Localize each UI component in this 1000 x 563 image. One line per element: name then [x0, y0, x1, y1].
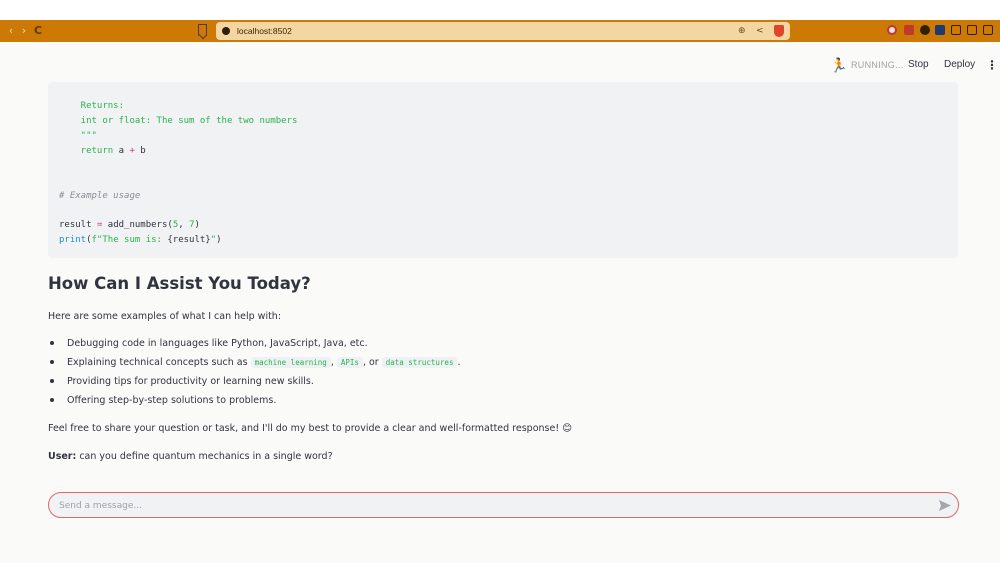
bullet-dot — [50, 360, 54, 364]
code-line-print: print(f"The sum is: {result}") — [59, 235, 222, 245]
running-status: RUNNING... — [851, 60, 904, 70]
list-item-text: Explaining technical concepts such as — [67, 357, 248, 368]
code-line: # Example usage — [59, 191, 141, 201]
share-icon[interactable]: < — [756, 24, 764, 38]
site-info-icon[interactable] — [222, 27, 230, 35]
inline-code: machine learning — [250, 357, 331, 368]
code-line-return: return a + b — [59, 146, 146, 156]
extension-icon-5[interactable] — [951, 25, 961, 35]
code-block: Returns: int or float: The sum of the tw… — [48, 82, 958, 258]
list-item: Offering step-by-step solutions to probl… — [67, 395, 277, 406]
zoom-icon[interactable]: ⊕ — [738, 24, 746, 38]
list-item-concepts: Explaining technical concepts such as ma… — [67, 356, 461, 369]
main-menu-icon[interactable]: ⋮ — [986, 58, 998, 72]
chat-input-container — [48, 492, 959, 518]
separator: , or — [362, 357, 379, 368]
reload-icon[interactable]: C — [31, 23, 45, 39]
separator: . — [457, 357, 461, 368]
code-line: Returns: — [59, 101, 125, 111]
url-text[interactable]: localhost:8502 — [237, 24, 292, 38]
brave-shield-icon[interactable] — [774, 25, 784, 37]
code-line: int or float: The sum of the two numbers — [59, 116, 298, 126]
window-top-strip — [0, 0, 1000, 20]
extension-icon-1[interactable] — [887, 25, 897, 35]
bullet-dot — [50, 398, 54, 402]
send-icon[interactable] — [938, 499, 952, 512]
section-heading: How Can I Assist You Today? — [48, 274, 311, 293]
bullet-dot — [50, 379, 54, 383]
user-message: User: can you define quantum mechanics i… — [48, 450, 333, 463]
bookmark-icon[interactable] — [198, 24, 207, 36]
separator: , — [330, 357, 334, 368]
code-line-result: result = add_numbers(5, 7) — [59, 220, 200, 230]
user-message-text: can you define quantum mechanics in a si… — [79, 451, 333, 462]
closing-text: Feel free to share your question or task… — [48, 423, 573, 434]
extension-icon-2[interactable] — [904, 25, 914, 35]
intro-text: Here are some examples of what I can hel… — [48, 311, 282, 322]
user-label: User: — [48, 451, 77, 462]
code-line: """ — [59, 131, 97, 141]
extension-icon-3[interactable] — [920, 25, 930, 35]
extension-icon-4[interactable] — [935, 25, 945, 35]
address-bar[interactable]: localhost:8502 ⊕ < — [216, 22, 790, 40]
forward-icon[interactable]: › — [17, 23, 31, 39]
list-item: Providing tips for productivity or learn… — [67, 376, 314, 387]
streamlit-app: 🏃 RUNNING... Stop Deploy ⋮ Returns: int … — [0, 42, 1000, 563]
deploy-button[interactable]: Deploy — [944, 59, 975, 70]
stop-button[interactable]: Stop — [908, 59, 929, 70]
bullet-dot — [50, 341, 54, 345]
list-item: Debugging code in languages like Python,… — [67, 338, 368, 349]
back-icon[interactable]: ‹ — [4, 23, 18, 39]
chat-input[interactable] — [59, 497, 919, 514]
extension-icon-7[interactable] — [983, 25, 993, 35]
running-man-icon: 🏃 — [830, 58, 848, 74]
inline-code: APIs — [336, 357, 363, 368]
extension-icon-6[interactable] — [967, 25, 977, 35]
browser-toolbar: ‹ › C localhost:8502 ⊕ < — [0, 20, 1000, 42]
inline-code: data structures — [381, 357, 458, 368]
